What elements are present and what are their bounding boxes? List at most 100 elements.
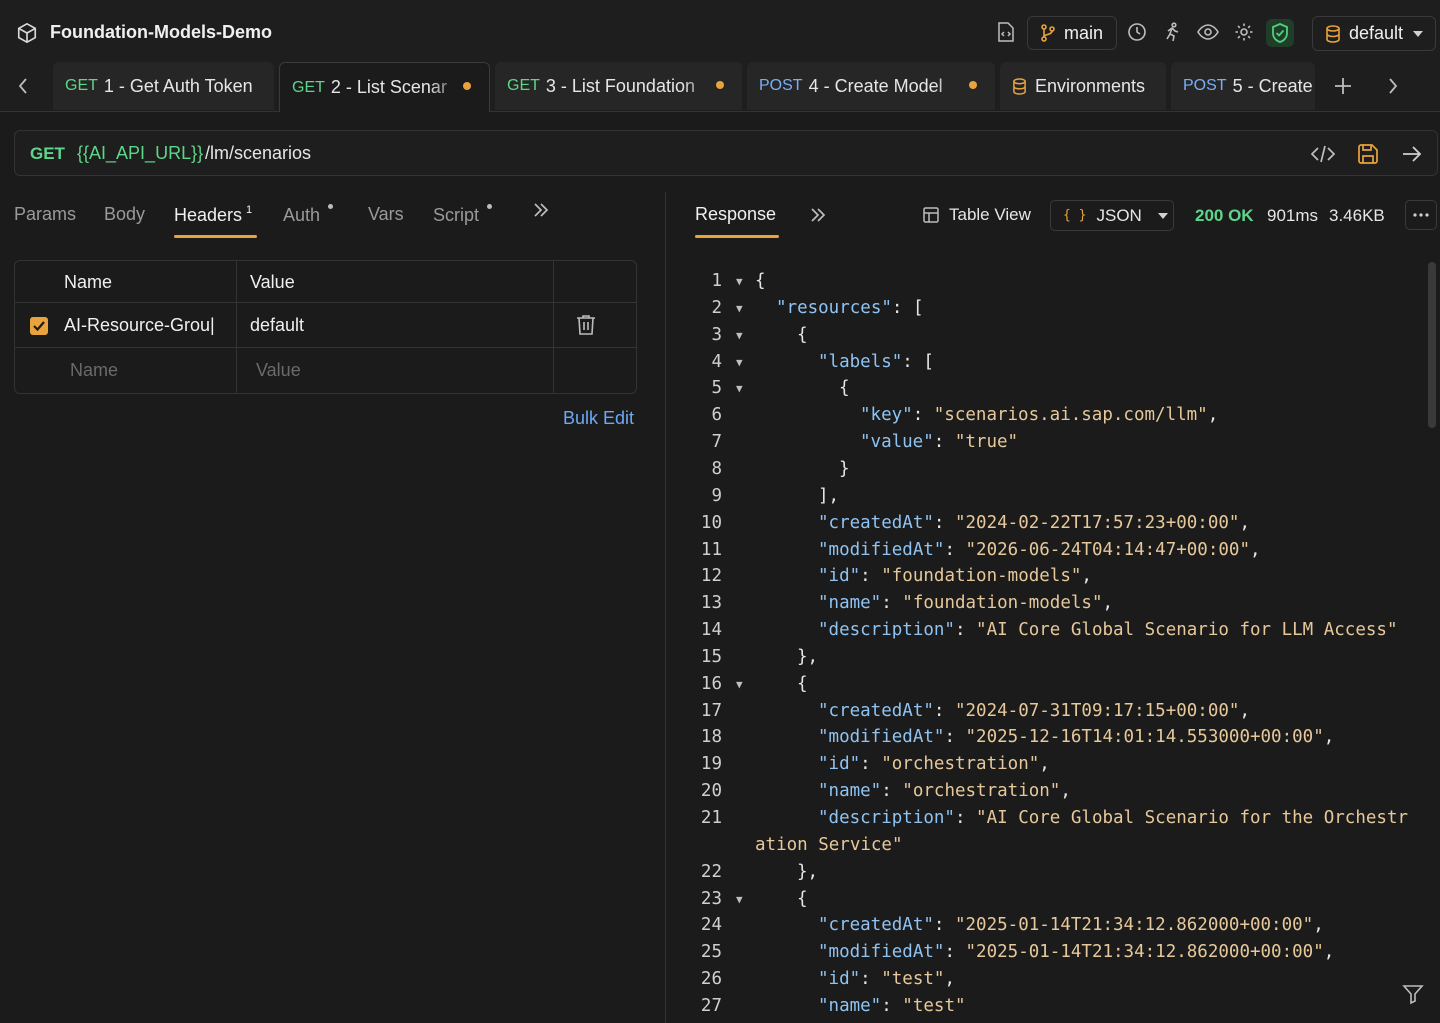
table-view-toggle[interactable]: Table View	[923, 205, 1031, 225]
chevron-left-icon[interactable]	[12, 75, 34, 97]
code-line: 3 ▼ {	[680, 322, 1425, 349]
bulk-edit-link[interactable]: Bulk Edit	[563, 408, 634, 429]
json-key: "description"	[818, 620, 955, 641]
tab-create-model[interactable]: POST 4 - Create Model	[747, 62, 995, 110]
code-text: },	[797, 861, 819, 882]
json-string: "scenarios.ai.sap.com/llm"	[933, 405, 1208, 426]
send-arrow-icon[interactable]	[1400, 142, 1424, 166]
new-header-name-input[interactable]: Name	[70, 360, 118, 381]
environment-selector[interactable]: default	[1312, 16, 1436, 51]
json-string: "2025-12-16T14:01:14.553000+00:00"	[965, 727, 1324, 748]
tab-body[interactable]: Body	[104, 204, 145, 225]
fold-toggle-icon[interactable]: ▼	[736, 349, 743, 376]
code-icon[interactable]	[1311, 142, 1335, 166]
json-key: "id"	[818, 566, 861, 587]
file-code-icon[interactable]	[995, 21, 1017, 43]
shield-icon[interactable]	[1266, 19, 1294, 47]
fold-toggle-icon[interactable]: ▼	[736, 295, 743, 322]
code-text: {	[839, 378, 850, 399]
fold-toggle-icon[interactable]: ▼	[736, 671, 743, 698]
caret-down-icon	[1157, 212, 1168, 219]
tab-get-auth-token[interactable]: GET 1 - Get Auth Token	[53, 62, 274, 110]
header-enabled-checkbox[interactable]	[30, 317, 48, 335]
tab-list-scenarios[interactable]: GET 2 - List Scenar	[279, 62, 490, 112]
gear-icon[interactable]	[1233, 21, 1255, 43]
json-key: "value"	[860, 432, 934, 453]
chevron-right-icon[interactable]	[1382, 75, 1404, 97]
more-options-button[interactable]	[1405, 200, 1437, 230]
json-string: "2026-06-24T04:14:47+00:00"	[965, 539, 1250, 560]
fold-toggle-icon[interactable]: ▼	[736, 268, 743, 295]
new-tab-plus-icon[interactable]	[1332, 75, 1354, 97]
code-text: },	[797, 646, 819, 667]
fold-toggle-icon[interactable]: ▼	[736, 322, 743, 349]
code-text: "resources": [	[776, 297, 924, 318]
json-string: "test"	[902, 995, 966, 1016]
auth-dot	[328, 204, 334, 209]
chevrons-right-icon[interactable]	[533, 202, 549, 223]
status-badge: 200 OK	[1195, 206, 1254, 225]
tab-headers[interactable]: Headers 1	[174, 204, 252, 226]
history-icon[interactable]	[1126, 21, 1148, 43]
code-line: 25 "modifiedAt": "2025-01-14T21:34:12.862…	[680, 939, 1425, 966]
tab-auth[interactable]: Auth	[283, 204, 334, 226]
code-line: 9],	[680, 483, 1425, 510]
tab-params[interactable]: Params	[14, 204, 76, 225]
code-text: ],	[818, 485, 840, 506]
branch-selector[interactable]: main	[1027, 16, 1117, 50]
json-string: ation Service"	[755, 834, 903, 855]
url-variable[interactable]: {{AI_API_URL}}	[77, 143, 203, 164]
line-number: 9	[711, 485, 722, 506]
braces-icon: { }	[1063, 208, 1087, 223]
line-number: 4	[711, 351, 722, 372]
code-line: 23 ▼ {	[680, 886, 1425, 913]
request-method[interactable]: GET	[30, 144, 65, 164]
json-string: "2025-01-14T21:34:12.862000+00:00"	[954, 915, 1314, 936]
code-line: 21 "description": "AI Core Global Scenari…	[680, 805, 1425, 832]
code-line: 13 "name": "foundation-models",	[680, 590, 1425, 617]
scrollbar-thumb[interactable]	[1428, 262, 1436, 428]
tab-response[interactable]: Response	[695, 204, 776, 225]
json-key: "description"	[818, 808, 955, 828]
fold-toggle-icon[interactable]: ▼	[736, 886, 743, 913]
header-value-input[interactable]: default	[250, 315, 304, 336]
table-view-label: Table View	[949, 205, 1031, 224]
tab-list-foundation[interactable]: GET 3 - List Foundation	[495, 62, 742, 110]
script-dot	[487, 204, 493, 209]
filter-icon[interactable]	[1402, 983, 1424, 1005]
new-header-value-input[interactable]: Value	[256, 360, 301, 381]
json-string: "AI Core Global Scenario for LLM Access"	[976, 620, 1398, 641]
tab-label: Environments	[1035, 75, 1146, 96]
json-key: "name"	[818, 593, 882, 614]
runner-icon[interactable]	[1161, 21, 1183, 43]
code-line: 16 ▼ {	[680, 671, 1425, 698]
url-bar[interactable]: GET {{AI_API_URL}} /lm/scenarios	[14, 130, 1438, 176]
unsaved-dot	[716, 81, 724, 89]
tab-environments[interactable]: Environments	[1000, 62, 1166, 110]
caret-down-icon	[1413, 30, 1424, 37]
json-key: "modifiedAt"	[818, 539, 945, 560]
chevrons-right-icon[interactable]	[810, 207, 826, 228]
line-number: 6	[711, 405, 722, 426]
response-format-select[interactable]: { } JSON	[1050, 200, 1174, 231]
tab-vars[interactable]: Vars	[368, 204, 404, 225]
url-path[interactable]: /lm/scenarios	[205, 143, 311, 164]
fold-toggle-icon[interactable]: ▼	[736, 375, 743, 402]
line-number: 17	[700, 700, 722, 721]
response-body-code[interactable]: 1 ▼ {2 ▼ "resources": [3 ▼ {4 ▼ "labels": [5 ▼ {6 "…	[680, 268, 1425, 1023]
trash-icon[interactable]	[576, 314, 596, 341]
code-line: 2 ▼ "resources": [	[680, 295, 1425, 322]
line-number: 15	[700, 646, 722, 667]
code-text: "createdAt": "2024-07-31T09:17:15+00:00"…	[818, 700, 1251, 721]
header-name-input[interactable]: AI-Resource-Grou|	[64, 315, 229, 336]
tab-label: 4 - Create Model	[808, 75, 943, 96]
tab-script[interactable]: Script	[433, 204, 493, 226]
line-number: 7	[711, 432, 722, 453]
line-number: 18	[700, 727, 722, 748]
eye-icon[interactable]	[1197, 21, 1219, 43]
table-icon	[923, 207, 939, 223]
save-icon[interactable]	[1356, 142, 1380, 166]
column-header-name: Name	[64, 272, 113, 292]
pane-divider[interactable]	[665, 192, 666, 1023]
tab-create[interactable]: POST 5 - Create	[1171, 62, 1315, 110]
